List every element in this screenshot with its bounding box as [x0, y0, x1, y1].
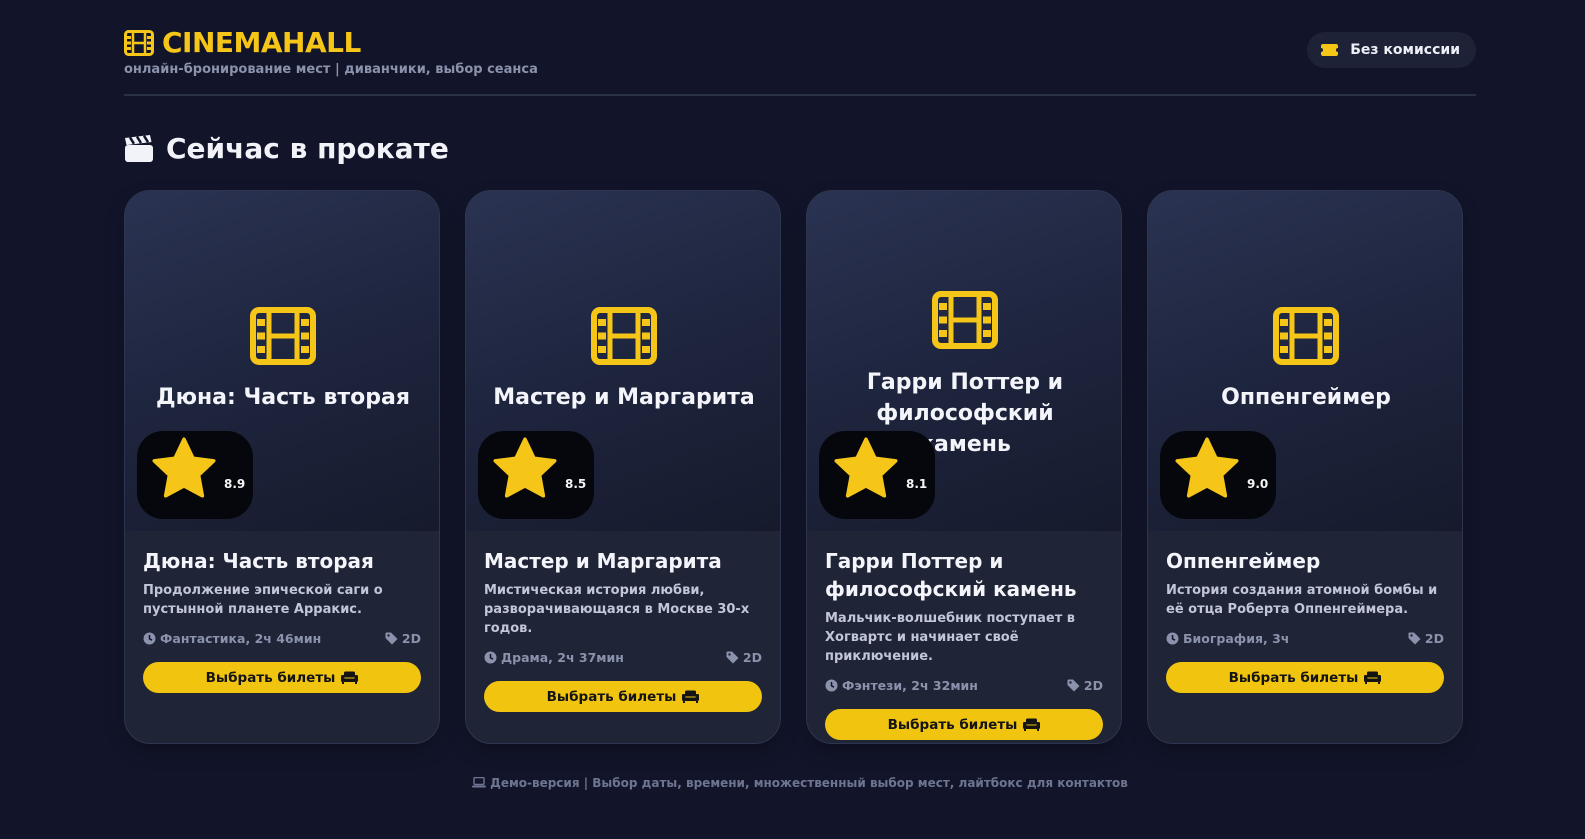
clapperboard-icon: [125, 134, 153, 162]
genre-duration: Фантастика, 2ч 46мин: [143, 631, 321, 646]
movie-description: Мистическая история любви, разворачивающ…: [484, 583, 750, 636]
movie-poster[interactable]: Дюна: Часть вторая 8.9: [125, 191, 439, 531]
rating-score: 8.1: [906, 477, 928, 491]
couch-icon: [1017, 718, 1041, 731]
rating-badge: 8.5: [478, 431, 594, 519]
ticket-icon: [1321, 44, 1339, 56]
genre-duration: Биография, 3ч: [1166, 631, 1289, 646]
film-icon: [1273, 307, 1339, 365]
rating-badge: 8.1: [819, 431, 935, 519]
star-icon: [149, 434, 219, 502]
genre-duration-text: Фантастика, 2ч 46мин: [160, 631, 322, 646]
movie-description: Мальчик-волшебник поступает в Хогвартс и…: [825, 611, 1076, 664]
format: 2D: [1408, 631, 1444, 646]
movie-title: Мастер и Маргарита: [484, 549, 722, 573]
section-heading: Сейчас в прокате: [124, 132, 449, 165]
tag-icon: [1408, 632, 1425, 645]
star-icon: [490, 434, 560, 502]
format: 2D: [385, 631, 421, 646]
format-text: 2D: [1424, 631, 1444, 646]
tag-icon: [1067, 679, 1084, 692]
clock-icon: [825, 679, 842, 692]
movie-title: Оппенгеймер: [1166, 549, 1321, 573]
genre-duration-text: Драма, 2ч 37мин: [501, 650, 624, 665]
rating-score: 8.9: [224, 477, 246, 491]
film-icon: [591, 307, 657, 365]
select-tickets-button[interactable]: Выбрать билеты: [825, 709, 1103, 740]
movie-meta: Драма, 2ч 37мин 2D: [484, 650, 762, 668]
poster-title: Дюна: Часть вторая: [156, 385, 410, 410]
format-text: 2D: [401, 631, 421, 646]
tag-icon: [726, 651, 743, 664]
couch-icon: [335, 671, 359, 684]
movie-info: Оппенгеймер История создания атомной бомб…: [1166, 547, 1444, 693]
film-icon: [250, 307, 316, 365]
movie-card[interactable]: Мастер и Маргарита 8.5 Мастер и Маргарита М…: [465, 190, 781, 744]
genre-duration: Фэнтези, 2ч 32мин: [825, 678, 978, 693]
star-icon: [831, 434, 901, 502]
button-label: Выбрать билеты: [1228, 669, 1359, 686]
section-title: Сейчас в прокате: [166, 132, 449, 165]
poster-title: Оппенгеймер: [1221, 385, 1391, 410]
movie-poster[interactable]: Гарри Поттер и философский камень 8.1: [807, 191, 1121, 531]
format-text: 2D: [1083, 678, 1103, 693]
commission-badge[interactable]: Без комиссии: [1307, 32, 1476, 68]
rating-badge: 9.0: [1160, 431, 1276, 519]
select-tickets-button[interactable]: Выбрать билеты: [143, 662, 421, 693]
button-label: Выбрать билеты: [887, 716, 1018, 733]
rating-score: 9.0: [1247, 477, 1269, 491]
movie-meta: Фантастика, 2ч 46мин 2D: [143, 631, 421, 649]
header-divider: [124, 94, 1476, 96]
movie-description: Продолжение эпической саги о пустынной п…: [143, 583, 383, 617]
clock-icon: [1166, 632, 1183, 645]
movie-title: Гарри Поттер и философский камень: [825, 549, 1077, 601]
rating-badge: 8.9: [137, 431, 253, 519]
genre-duration-text: Фэнтези, 2ч 32мин: [842, 678, 978, 693]
movie-list: Дюна: Часть вторая 8.9 Дюна: Часть вторая П…: [124, 190, 1476, 744]
movie-card[interactable]: Оппенгеймер 9.0 Оппенгеймер История создани…: [1147, 190, 1463, 744]
movie-meta: Фэнтези, 2ч 32мин 2D: [825, 678, 1103, 696]
select-tickets-button[interactable]: Выбрать билеты: [484, 681, 762, 712]
movie-poster[interactable]: Мастер и Маргарита 8.5: [466, 191, 780, 531]
movie-card[interactable]: Дюна: Часть вторая 8.9 Дюна: Часть вторая П…: [124, 190, 440, 744]
rating-score: 8.5: [565, 477, 587, 491]
logo[interactable]: CINEMAHALL: [124, 26, 361, 59]
footer-text: Демо-версия | Выбор даты, времени, множе…: [490, 776, 1128, 790]
movie-info: Дюна: Часть вторая Продолжение эпической …: [143, 547, 421, 693]
format-text: 2D: [742, 650, 762, 665]
poster-title: Мастер и Маргарита: [493, 385, 755, 410]
film-icon: [932, 291, 998, 349]
footer: Демо-версия | Выбор даты, времени, множе…: [124, 776, 1476, 790]
couch-icon: [1358, 671, 1382, 684]
movie-card[interactable]: Гарри Поттер и философский камень 8.1 Гарр…: [806, 190, 1122, 744]
clock-icon: [143, 632, 160, 645]
movie-meta: Биография, 3ч 2D: [1166, 631, 1444, 649]
movie-description: История создания атомной бомбы и её отца…: [1166, 583, 1438, 617]
film-icon: [124, 29, 154, 56]
tag-icon: [385, 632, 402, 645]
star-icon: [1172, 434, 1242, 502]
movie-title: Дюна: Часть вторая: [143, 549, 374, 573]
movie-info: Мастер и Маргарита Мистическая история лю…: [484, 547, 762, 712]
format: 2D: [726, 650, 762, 665]
clock-icon: [484, 651, 501, 664]
select-tickets-button[interactable]: Выбрать билеты: [1166, 662, 1444, 693]
format: 2D: [1067, 678, 1103, 693]
button-label: Выбрать билеты: [205, 669, 336, 686]
header: CINEMAHALL онлайн-бронирование мест | ди…: [124, 24, 1476, 96]
movie-poster[interactable]: Оппенгеймер 9.0: [1148, 191, 1462, 531]
tagline: онлайн-бронирование мест | диванчики, вы…: [124, 62, 538, 77]
movie-info: Гарри Поттер и философский камень Мальчик…: [825, 547, 1103, 740]
button-label: Выбрать билеты: [546, 688, 677, 705]
brand-name: CINEMAHALL: [162, 26, 361, 59]
couch-icon: [676, 690, 700, 703]
laptop-icon: [472, 776, 487, 788]
commission-label: Без комиссии: [1350, 42, 1460, 58]
genre-duration-text: Биография, 3ч: [1183, 631, 1290, 646]
genre-duration: Драма, 2ч 37мин: [484, 650, 624, 665]
